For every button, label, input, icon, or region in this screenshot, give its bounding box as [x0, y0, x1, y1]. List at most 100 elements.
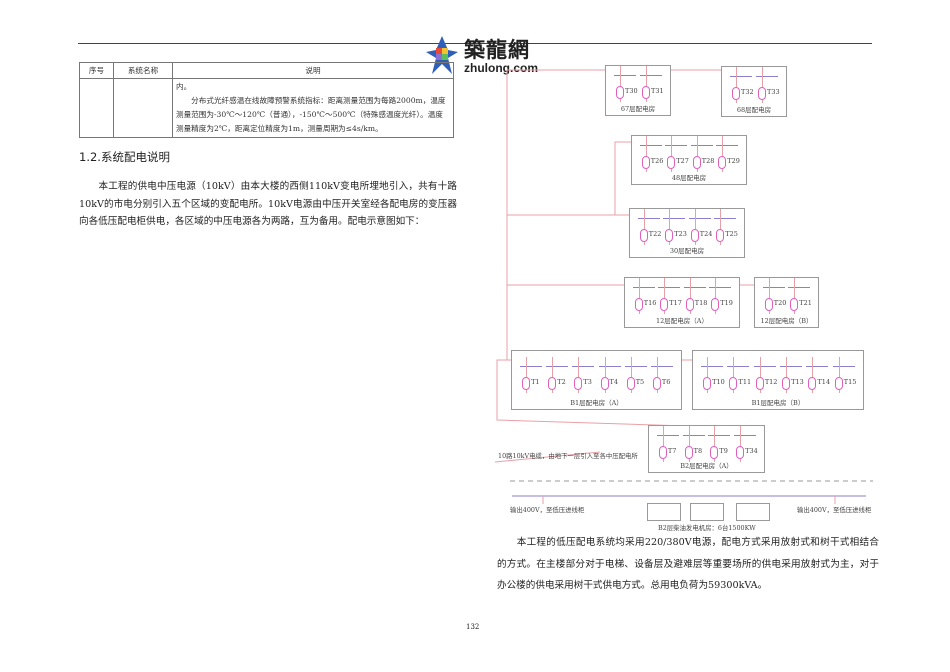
transformer-label: T26 [650, 157, 664, 165]
transformer-icon [729, 377, 738, 390]
bus-bar [632, 287, 655, 288]
transformer-label: T2 [557, 378, 566, 386]
transformer-label: T7 [667, 447, 677, 455]
transformer-icon [834, 377, 843, 390]
transformer-label: T25 [725, 230, 738, 238]
substation-room: T1 T2 T3 T4 T5 T6 B1层配电房（A） [511, 350, 682, 410]
cable-note: 10路10kV电缆，由地下一层引入至各中压配电所 [498, 452, 638, 460]
bus-bar [762, 287, 785, 288]
transformer-icon [652, 377, 661, 390]
room-label: 12层配电房（B） [760, 317, 813, 325]
transformer-icon [716, 229, 725, 242]
transformer: T14 [806, 357, 831, 401]
room-label: B1层配电房（A） [570, 399, 623, 407]
room-label: B1层配电房（B） [751, 399, 805, 407]
document-page: 築龍網 zhulong.com 序号 系统名称 说明 内。 分布式光纤感温在线故… [0, 0, 950, 672]
room-label: 12层配电房（A） [656, 317, 708, 325]
transformer-label: T23 [674, 230, 687, 238]
generator-box [690, 503, 724, 521]
transformer-icon [755, 377, 764, 390]
transformer-label: T30 [625, 87, 638, 95]
transformer-icon [616, 86, 624, 99]
transformer-label: T33 [767, 88, 780, 96]
transformer: T2 [546, 357, 569, 401]
transformer-label: T32 [741, 88, 754, 96]
bus-bar [688, 218, 711, 219]
bus-bar [546, 366, 569, 367]
transformer-label: T8 [693, 447, 703, 455]
bus-bar [637, 218, 660, 219]
bus-bar [716, 145, 739, 146]
transformer-icon [685, 298, 694, 311]
transformer-icon [764, 298, 773, 311]
transformer-icon [782, 377, 791, 390]
transformer: T6 [650, 357, 673, 401]
transformer: T13 [780, 357, 804, 401]
bus-bar [701, 366, 724, 367]
transformer-label: T29 [727, 157, 740, 165]
room-label: 30层配电房 [669, 247, 705, 255]
bus-bar [683, 287, 706, 288]
bus-bar [730, 76, 752, 77]
transformer-label: T13 [791, 378, 804, 386]
room-label: 68层配电房 [736, 106, 772, 114]
transformer-icon [808, 377, 817, 390]
transformer-label: T9 [719, 447, 728, 455]
transformer: T1 [520, 357, 543, 401]
bus-bar [690, 145, 713, 146]
transformer-icon [660, 298, 669, 311]
transformer-label: T5 [635, 378, 645, 386]
room-label: B2层配电房（A） [680, 462, 733, 470]
paragraph-lv-system: 本工程的低压配电系统均采用220/380V电源，配电方式采用放射式和树干式相结合… [497, 537, 879, 591]
room-label: 48层配电房 [671, 174, 707, 182]
transformer: T12 [753, 357, 778, 401]
transformer-icon [642, 86, 650, 99]
bus-bar [663, 218, 686, 219]
bus-bar [734, 435, 757, 436]
transformer-icon [667, 156, 676, 169]
transformer-label: T15 [843, 378, 857, 386]
bus-bar [658, 287, 681, 288]
transformer-label: T14 [817, 378, 831, 386]
transformer-label: T31 [651, 87, 664, 95]
transformer-label: T21 [799, 299, 812, 307]
transformer-icon [710, 446, 719, 459]
bus-bar [756, 76, 778, 77]
transformer-label: T18 [694, 299, 708, 307]
bus-bar [656, 435, 679, 436]
transformer-label: T12 [764, 378, 778, 386]
transformer-row: T1 T2 T3 T4 T5 T6 [518, 357, 675, 401]
output-left-label: 输出400V，至低压进线柜 [510, 506, 585, 514]
transformer-label: T10 [712, 378, 725, 386]
bus-bar [727, 366, 750, 367]
transformer-icon [658, 446, 667, 459]
substation-room: T7 T8 T9 T34 B2层配电房（A） [648, 425, 765, 473]
transformer-label: T28 [701, 157, 715, 165]
transformer-icon [548, 377, 557, 390]
bus-bar [832, 366, 855, 367]
substation-room: T30 T31 67层配电房 [605, 65, 671, 116]
transformer-icon [732, 87, 740, 100]
output-right-label: 输出400V，至低压进线柜 [797, 506, 872, 514]
transformer-icon [634, 298, 643, 311]
transformer-label: T22 [648, 230, 662, 238]
transformer-label: T17 [669, 299, 682, 307]
bus-bar [650, 366, 673, 367]
transformer-label: T3 [583, 378, 592, 386]
bus-bar [753, 366, 776, 367]
transformer-icon [665, 229, 674, 242]
transformer-icon [684, 446, 693, 459]
transformer-icon [574, 377, 583, 390]
transformer: T3 [572, 357, 595, 401]
generator-box [736, 503, 770, 521]
bus-bar [806, 366, 829, 367]
generator-room-label: B2层柴油发电机房：6台1500KW [658, 524, 756, 532]
substation-room: T16 T17 T18 T19 12层配电房（A） [624, 277, 740, 328]
bus-bar [788, 287, 811, 288]
transformer: T5 [624, 357, 647, 401]
transformer-label: T11 [738, 378, 752, 386]
bus-bar [708, 435, 731, 436]
bus-bar [624, 366, 647, 367]
bus-bar [598, 366, 621, 367]
transformer-icon [626, 377, 635, 390]
